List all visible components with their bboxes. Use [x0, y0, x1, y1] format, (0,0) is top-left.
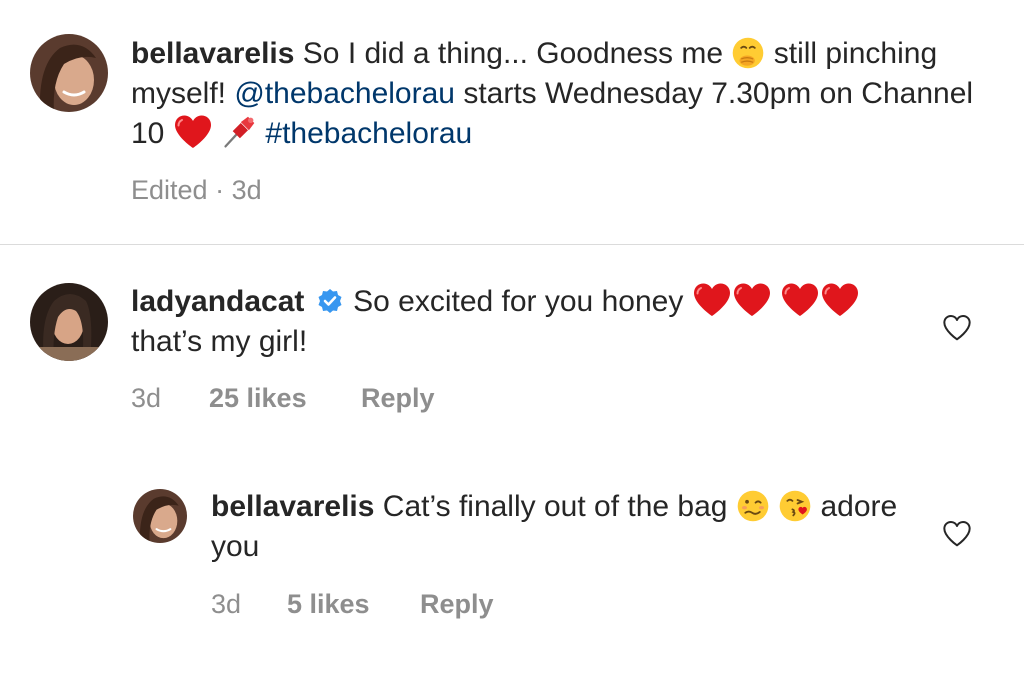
face-with-hand-over-mouth-emoji	[731, 36, 765, 70]
comment-text-part: So excited for you honey	[353, 285, 684, 318]
meta-separator: ·	[215, 175, 225, 205]
comment-meta: Reply	[420, 588, 494, 620]
comment-text-part: that’s my girl!	[131, 325, 308, 358]
reply-button[interactable]: Reply	[420, 589, 494, 619]
comment-meta: 25 likes	[209, 382, 307, 414]
avatar[interactable]	[30, 34, 108, 112]
red-heart-emoji	[692, 282, 732, 318]
hashtag-link[interactable]: #thebachelorau	[265, 117, 472, 150]
avatar[interactable]	[30, 283, 108, 361]
red-heart-emoji	[780, 282, 820, 318]
caption-username[interactable]: bellavarelis	[131, 37, 294, 70]
comment-text: bellavarelis Cat’s finally out of the ba…	[211, 487, 911, 567]
caption-meta: Edited · 3d	[131, 174, 262, 206]
comment-meta: 3d	[211, 588, 241, 620]
red-heart-emoji	[732, 282, 772, 318]
caption-text-part: So I did a thing... Goodness me	[302, 37, 724, 70]
divider	[0, 244, 1024, 245]
like-heart-icon[interactable]	[941, 518, 973, 550]
avatar[interactable]	[133, 489, 187, 543]
reply-button[interactable]: Reply	[361, 383, 435, 413]
comment-text-part: Cat’s finally out of the bag	[382, 490, 728, 523]
comment-username[interactable]: bellavarelis	[211, 490, 374, 523]
likes-count[interactable]: 5 likes	[287, 589, 370, 619]
red-heart-emoji	[173, 114, 213, 150]
comment-meta: Reply	[361, 382, 435, 414]
caption-time: 3d	[231, 175, 262, 205]
comment-text: ladyandacat So excited for you honey tha…	[131, 282, 901, 362]
comment-time: 3d	[131, 383, 162, 413]
woozy-face-emoji	[736, 489, 770, 523]
edited-label: Edited	[131, 175, 208, 205]
red-heart-emoji	[820, 282, 860, 318]
mention-link[interactable]: @thebachelorau	[234, 77, 455, 110]
comment-username[interactable]: ladyandacat	[131, 285, 304, 318]
comment-meta: 3d	[131, 382, 161, 414]
likes-count[interactable]: 25 likes	[209, 383, 307, 413]
like-heart-icon[interactable]	[941, 312, 973, 344]
face-blowing-kiss-emoji	[778, 489, 812, 523]
comment-meta: 5 likes	[287, 588, 370, 620]
caption-text: bellavarelis So I did a thing... Goodnes…	[131, 34, 981, 154]
pushpin-emoji	[221, 114, 257, 150]
comment-time: 3d	[211, 589, 242, 619]
verified-badge-icon	[317, 288, 343, 314]
